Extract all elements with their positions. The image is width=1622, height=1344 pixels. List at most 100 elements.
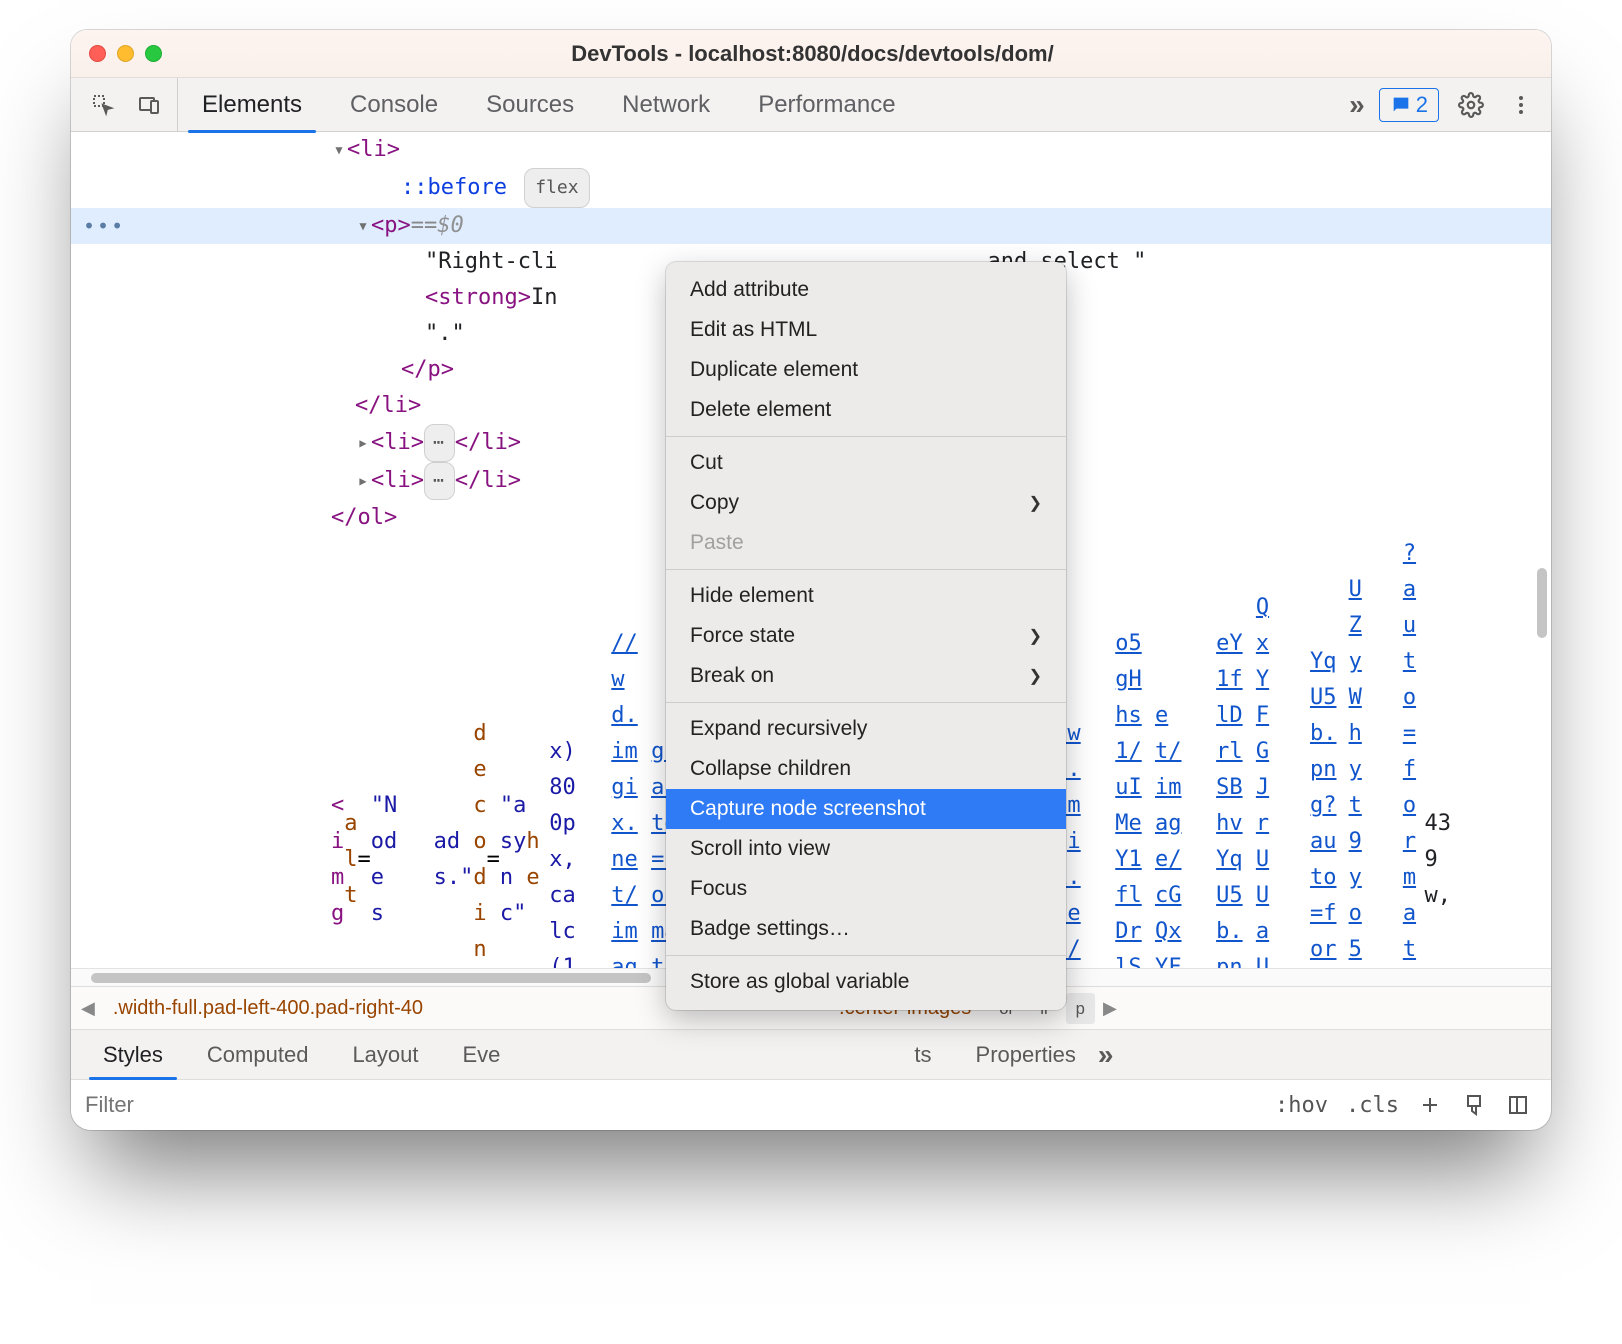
context-menu-item[interactable]: Scroll into view <box>666 829 1066 869</box>
computed-panel-icon[interactable] <box>1505 1092 1531 1118</box>
breadcrumb-scroll-right-icon[interactable]: ▶ <box>1103 998 1117 1019</box>
tag-ol-close[interactable]: </ol> <box>331 500 397 536</box>
expand-toggle-icon[interactable] <box>331 132 347 168</box>
tab-network[interactable]: Network <box>598 78 734 132</box>
text-node[interactable]: "." <box>425 316 465 352</box>
device-toolbar-icon[interactable] <box>129 85 169 125</box>
issues-count: 2 <box>1416 92 1428 118</box>
maximize-window-button[interactable] <box>145 45 162 62</box>
context-menu-item[interactable]: Cut <box>666 443 1066 483</box>
context-menu: Add attribute Edit as HTML Duplicate eleme… <box>666 262 1066 1010</box>
selected-node[interactable]: •••<p> == $0 <box>71 208 1551 244</box>
collapsed-ellipsis-icon[interactable]: ⋯ <box>424 424 455 462</box>
url-link[interactable]: et/image/cGQxYFG <box>1155 698 1182 986</box>
context-menu-item[interactable]: Store as global variable <box>666 962 1066 1002</box>
url-link[interactable]: ?auto=format&w=439 <box>1403 536 1425 986</box>
context-menu-label: Cut <box>690 451 723 475</box>
context-menu-label: Store as global variable <box>690 970 909 994</box>
context-menu-item[interactable]: Edit as HTML <box>666 310 1066 350</box>
breadcrumb-scroll-left-icon[interactable]: ◀ <box>81 998 95 1019</box>
context-menu-item[interactable]: Add attribute <box>666 270 1066 310</box>
horizontal-scrollbar-thumb[interactable] <box>91 973 651 983</box>
collapsed-ellipsis-icon[interactable]: ⋯ <box>424 462 455 500</box>
more-tabs-icon[interactable]: » <box>1098 1039 1114 1071</box>
context-menu-item[interactable]: Force state <box>666 616 1066 656</box>
inspect-element-icon[interactable] <box>83 85 123 125</box>
new-style-rule-icon[interactable] <box>1417 1092 1443 1118</box>
breadcrumb-item[interactable]: p <box>1066 993 1095 1024</box>
url-link[interactable]: //wd.imgix.net/image/cGQx <box>611 626 641 986</box>
collapse-dots-icon[interactable]: ••• <box>83 208 125 244</box>
vertical-scrollbar[interactable] <box>1537 568 1547 638</box>
expand-toggle-icon[interactable] <box>355 463 371 499</box>
tab-computed[interactable]: Computed <box>185 1030 331 1079</box>
panel-tabs: Elements Console Sources Network Perform… <box>177 78 920 132</box>
context-menu-label: Copy <box>690 491 739 515</box>
context-menu-label: Delete element <box>690 398 831 422</box>
brush-icon[interactable] <box>1461 1092 1487 1118</box>
context-menu-item[interactable]: Capture node screenshot <box>666 789 1066 829</box>
context-menu-item[interactable]: Collapse children <box>666 749 1066 789</box>
settings-icon[interactable] <box>1453 87 1489 123</box>
window-title: DevTools - localhost:8080/docs/devtools/… <box>162 41 1533 67</box>
dollar-zero: $0 <box>437 208 464 244</box>
minimize-window-button[interactable] <box>117 45 134 62</box>
url-link[interactable]: QxYFGJrUUaUZyWh <box>1256 590 1274 986</box>
context-menu-label: Collapse children <box>690 757 851 781</box>
tag-li[interactable]: <li> <box>371 463 424 499</box>
context-menu-item[interactable]: Delete element <box>666 390 1066 430</box>
traffic-lights <box>89 45 162 62</box>
url-link[interactable]: eY1flDrlSBhvYqU5b.png?aut <box>1216 626 1246 986</box>
context-menu-item[interactable]: Expand recursively <box>666 709 1066 749</box>
url-link[interactable]: UZyWhyt9yo5gHhs1 <box>1349 572 1368 986</box>
tag-li-close[interactable]: </li> <box>355 388 421 424</box>
tag-strong[interactable]: <strong> <box>425 280 531 316</box>
tag-p: <p> <box>371 208 411 244</box>
flex-badge[interactable]: flex <box>524 168 589 208</box>
context-menu-label: Hide element <box>690 584 814 608</box>
more-tabs-icon[interactable]: » <box>1349 89 1365 121</box>
kebab-menu-icon[interactable] <box>1503 87 1539 123</box>
context-menu-item[interactable]: Duplicate element <box>666 350 1066 390</box>
tag-p-close[interactable]: </p> <box>401 352 454 388</box>
context-menu-label: Capture node screenshot <box>690 797 926 821</box>
styles-filter-input[interactable] <box>71 1080 1275 1130</box>
tab-sources[interactable]: Sources <box>462 78 598 132</box>
breadcrumb-item[interactable]: .width-full.pad-left-400.pad-right-40 <box>103 993 433 1024</box>
pseudo-before[interactable]: ::before <box>401 170 507 206</box>
tag-li[interactable]: <li> <box>347 132 400 168</box>
tag-li[interactable]: <li> <box>371 425 424 461</box>
context-menu-divider <box>666 955 1066 956</box>
tab-performance[interactable]: Performance <box>734 78 919 132</box>
tab-layout[interactable]: Layout <box>330 1030 440 1079</box>
context-menu-label: Focus <box>690 877 747 901</box>
context-menu-item[interactable]: Badge settings… <box>666 909 1066 949</box>
context-menu-label: Break on <box>690 664 774 688</box>
context-menu-divider <box>666 436 1066 437</box>
issues-badge[interactable]: 2 <box>1379 88 1439 122</box>
styles-toolbar: :hov .cls <box>1275 1092 1551 1118</box>
url-link[interactable]: o5gHhs1/uIMeY1flDrlSBhvYq <box>1115 626 1145 986</box>
context-menu-divider <box>666 569 1066 570</box>
tab-elements[interactable]: Elements <box>178 78 326 132</box>
tab-console[interactable]: Console <box>326 78 462 132</box>
context-menu-item[interactable]: Focus <box>666 869 1066 909</box>
context-menu-item[interactable]: Copy <box>666 483 1066 523</box>
context-menu-label: Edit as HTML <box>690 318 817 342</box>
tab-partial[interactable]: ts <box>892 1030 953 1079</box>
tab-properties[interactable]: Properties <box>954 1030 1098 1079</box>
text-node[interactable]: "Right-cli <box>425 244 557 280</box>
hover-toggle[interactable]: :hov <box>1275 1093 1328 1118</box>
tab-event-listeners[interactable]: Eve <box>441 1030 523 1079</box>
expand-toggle-icon[interactable] <box>355 425 371 461</box>
context-menu-item[interactable]: Break on <box>666 656 1066 696</box>
context-menu-item[interactable]: Hide element <box>666 576 1066 616</box>
sidebar-tabs: Styles Computed Layout Eve ts Properties… <box>71 1030 1551 1080</box>
expand-toggle-icon[interactable] <box>355 208 371 244</box>
context-menu-label: Duplicate element <box>690 358 858 382</box>
close-window-button[interactable] <box>89 45 106 62</box>
context-menu-label: Paste <box>690 531 744 555</box>
url-link[interactable]: YqU5b.png?auto=format&w= <box>1310 644 1339 986</box>
cls-toggle[interactable]: .cls <box>1346 1093 1399 1118</box>
tab-styles[interactable]: Styles <box>81 1030 185 1079</box>
